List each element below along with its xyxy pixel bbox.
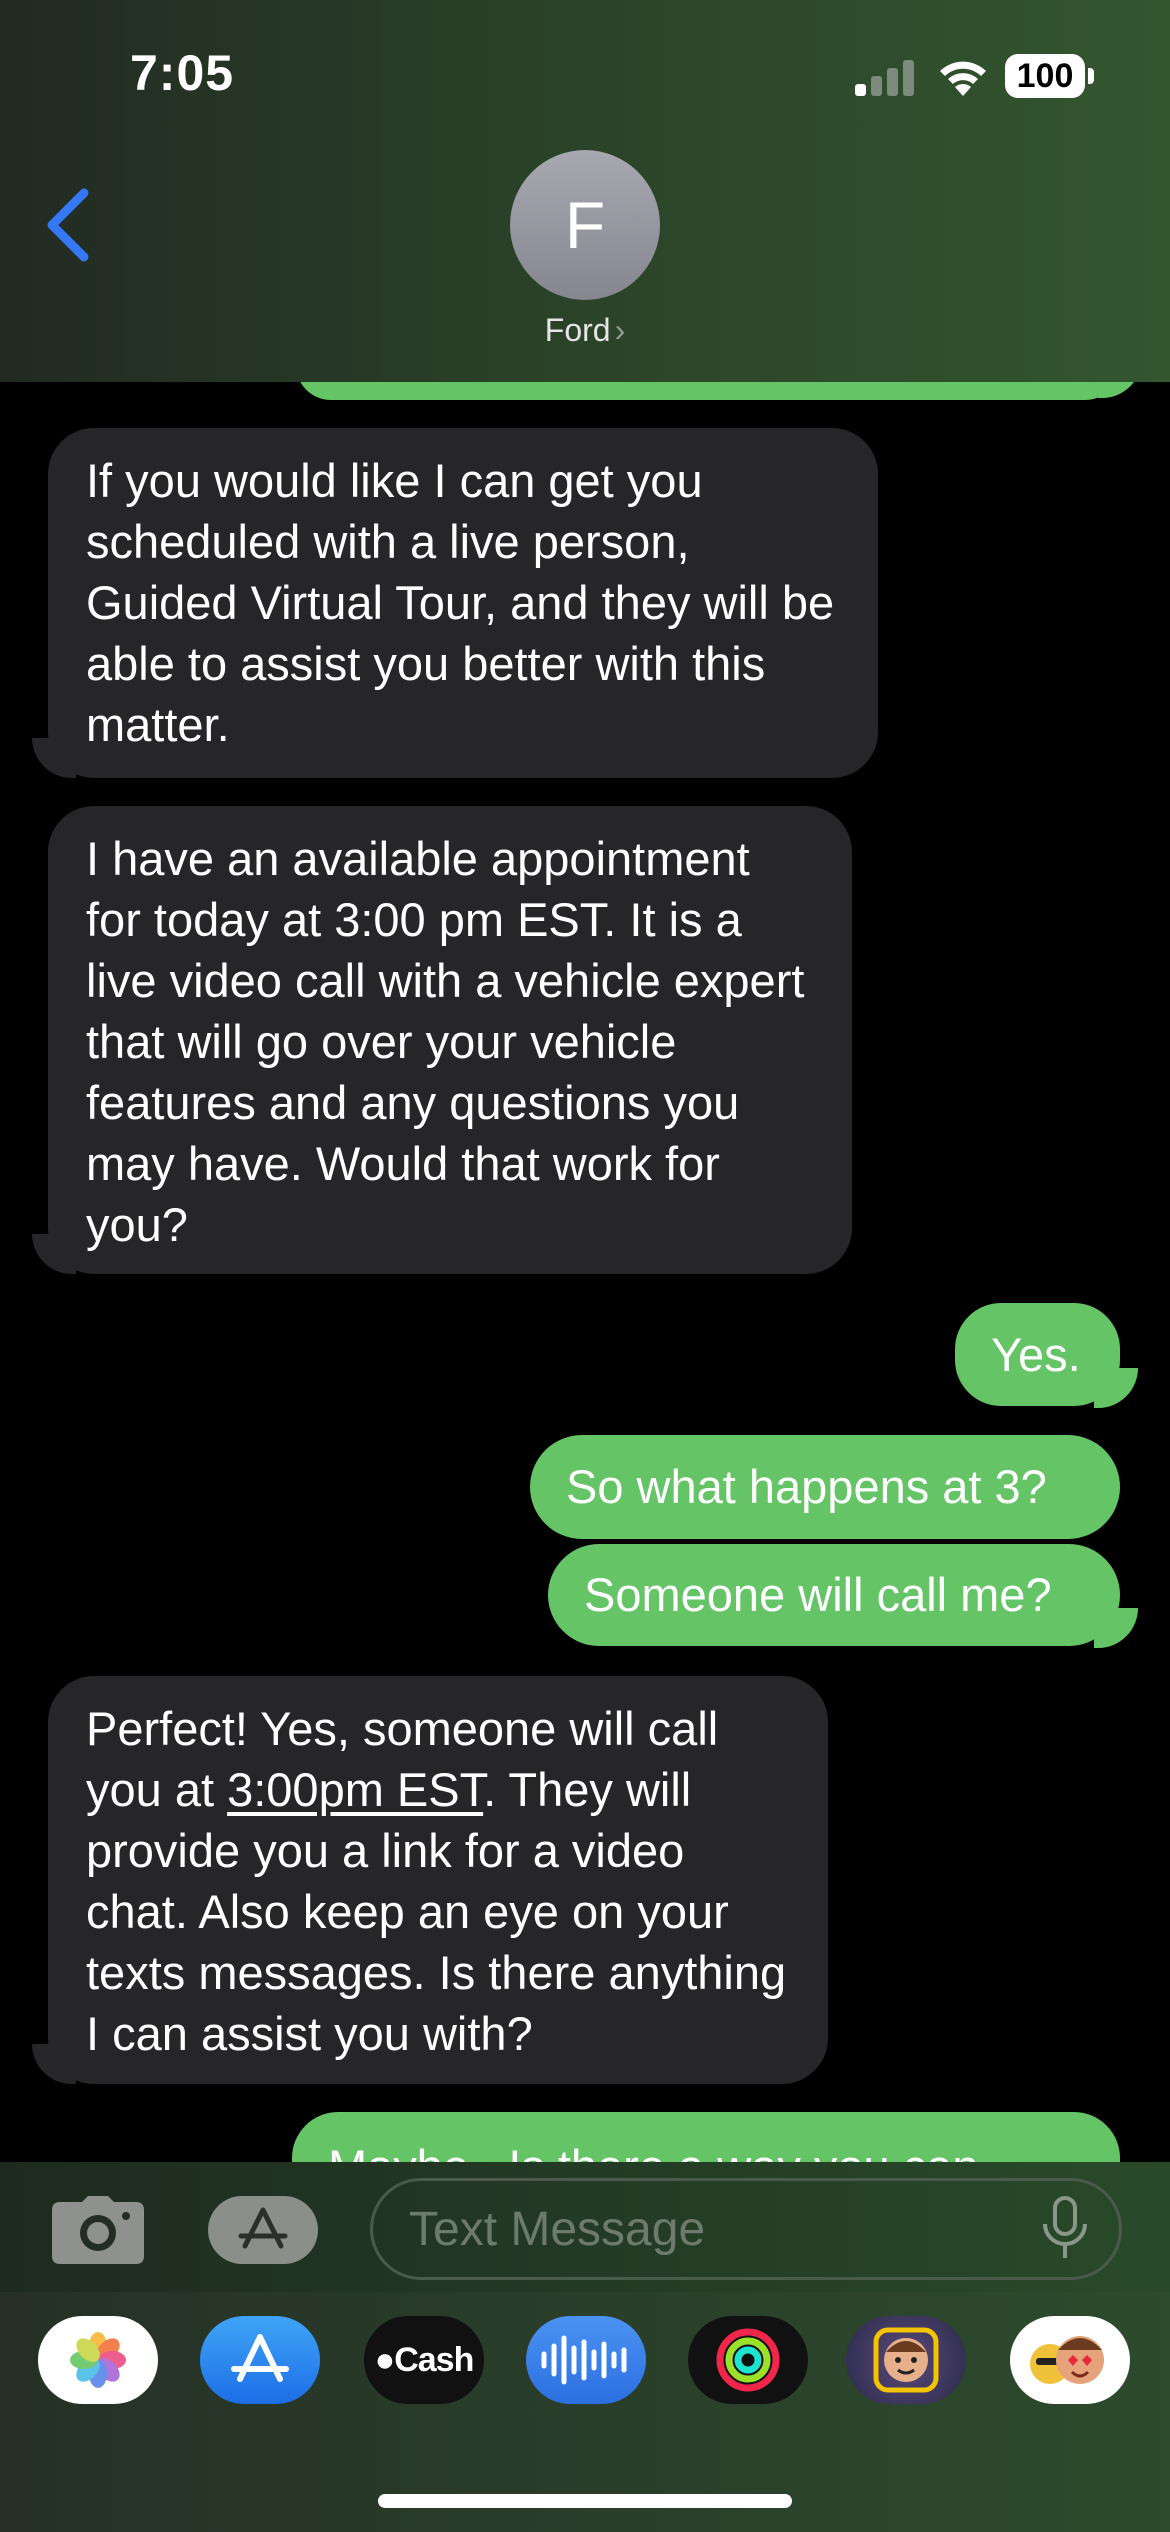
sticker-faces-icon [1030, 2336, 1104, 2384]
memoji-face-icon [873, 2327, 939, 2393]
contact-chevron-icon: › [614, 312, 626, 348]
conversation-header: 7:05 100 F Ford › [0, 0, 1170, 382]
message-text: I have an available appointment for toda… [86, 832, 805, 1251]
cellular-signal-icon [855, 58, 915, 96]
app-store-a-icon [238, 2207, 288, 2249]
message-text: Yes. [991, 1328, 1081, 1381]
apps-button[interactable] [208, 2196, 318, 2264]
app-store-icon[interactable] [200, 2316, 320, 2404]
message-text-field[interactable]: Text Message [370, 2178, 1122, 2280]
battery-indicator: 100 [1005, 54, 1085, 98]
incoming-message-bubble[interactable]: I have an available appointment for toda… [48, 806, 852, 1274]
message-text: So what happens at 3? [566, 1460, 1047, 1513]
microphone-icon[interactable] [1038, 2196, 1092, 2262]
wifi-icon [940, 61, 986, 96]
app-store-a-icon [231, 2334, 289, 2382]
status-time: 7:05 [130, 45, 235, 101]
message-text: If you would like I can get you schedule… [86, 454, 835, 751]
outgoing-message-bubble[interactable]: So what happens at 3? [530, 1435, 1120, 1539]
datetime-link[interactable]: 3:00pm EST [227, 1763, 483, 1816]
back-chevron-icon[interactable] [38, 185, 98, 265]
apple-cash-icon[interactable]: ●Cash [364, 2316, 484, 2404]
contact-name-button[interactable]: Ford › [500, 312, 670, 349]
memoji-stickers-icon[interactable] [1010, 2316, 1130, 2404]
waveform-icon [541, 2335, 627, 2385]
battery-tip [1088, 68, 1094, 84]
incoming-message-bubble[interactable]: If you would like I can get you schedule… [48, 428, 878, 778]
cash-label: ●Cash [374, 2340, 475, 2379]
photos-flower-icon [70, 2332, 126, 2388]
message-text: Someone will call me? [584, 1568, 1052, 1621]
incoming-message-bubble[interactable]: Perfect! Yes, someone will call you at 3… [48, 1676, 828, 2084]
camera-icon[interactable] [52, 2194, 144, 2264]
fitness-activity-icon[interactable] [688, 2316, 808, 2404]
contact-avatar[interactable]: F [510, 150, 660, 300]
photos-app-icon[interactable] [38, 2316, 158, 2404]
contact-name: Ford [544, 312, 611, 348]
home-indicator[interactable] [378, 2494, 792, 2508]
outgoing-message-bubble[interactable]: Someone will call me? [548, 1544, 1120, 1646]
audio-message-icon[interactable] [526, 2316, 646, 2404]
memoji-icon[interactable] [846, 2316, 966, 2404]
outgoing-message-bubble[interactable]: Yes. [955, 1303, 1120, 1406]
activity-rings-icon [716, 2328, 780, 2392]
